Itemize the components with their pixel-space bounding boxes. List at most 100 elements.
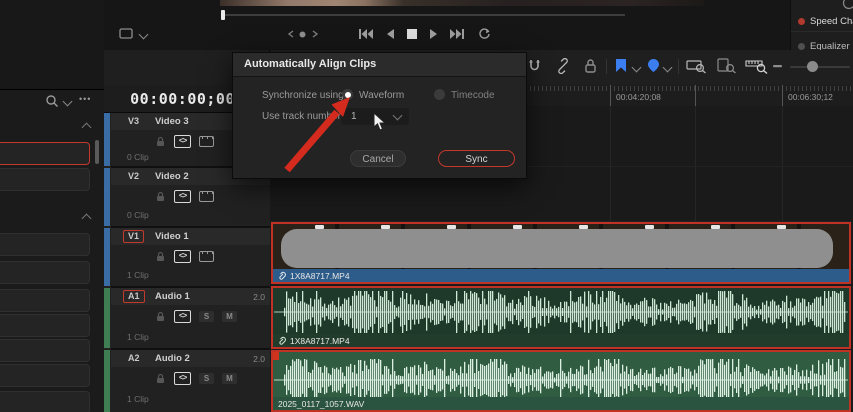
track-number-value: 1 — [351, 111, 357, 122]
track-header-v1[interactable]: V1 Video 1 <> 1 Clip — [111, 228, 270, 288]
track-badge[interactable]: A1 — [123, 290, 145, 303]
track-lock-icon[interactable] — [155, 311, 166, 322]
ruler-timestamp: 00:04:20;08 — [616, 92, 661, 102]
auto-select-icon[interactable]: <> — [174, 134, 191, 148]
zoom-out-minus-icon[interactable] — [773, 65, 782, 68]
loop-icon[interactable] — [478, 28, 491, 40]
sidebar-toolbar: ••• — [0, 92, 104, 113]
prev-keyframe-icon[interactable] — [287, 30, 295, 38]
track-badge[interactable]: V3 — [123, 115, 144, 128]
track-lock-icon[interactable] — [155, 373, 166, 384]
audio-clip-1X8A8717[interactable]: 1X8A8717.MP4 — [271, 286, 851, 349]
film-frame-icon[interactable] — [199, 135, 214, 147]
solo-button[interactable]: S — [199, 372, 214, 384]
video-preview-sliver — [220, 0, 704, 6]
transform-tool-chevron-icon[interactable] — [138, 29, 149, 40]
media-item[interactable] — [0, 289, 90, 312]
media-item[interactable] — [0, 314, 90, 337]
snapping-magnet-icon[interactable] — [527, 58, 542, 74]
mute-button[interactable]: M — [222, 372, 237, 384]
track-header-a1[interactable]: A1 Audio 1 2.0 <> S M 1 Clip — [111, 288, 270, 350]
auto-select-icon[interactable]: <> — [174, 371, 191, 385]
mute-button[interactable]: M — [222, 310, 237, 322]
solo-button[interactable]: S — [199, 310, 214, 322]
effect-row-speed-change[interactable]: Speed Cha — [791, 11, 853, 32]
waveform-radio-label[interactable]: Waveform — [359, 90, 404, 101]
viewer-playhead[interactable] — [221, 10, 225, 20]
zoom-detail-icon[interactable] — [716, 58, 738, 74]
section-collapse-icon[interactable] — [81, 213, 92, 224]
play-icon[interactable] — [429, 29, 438, 39]
next-keyframe-icon[interactable] — [311, 30, 319, 38]
effect-row-equalizer[interactable]: Equalizer — [791, 36, 853, 50]
track-color-stripe-v3 — [104, 113, 110, 166]
dialog-title: Automatically Align Clips — [244, 58, 377, 70]
timecode-radio-label[interactable]: Timecode — [451, 90, 495, 101]
timecode-radio[interactable] — [434, 89, 445, 100]
film-frame-icon[interactable] — [199, 190, 214, 202]
clip-label-bar: 1X8A8717.MP4 — [273, 334, 849, 347]
media-item-selected[interactable] — [0, 142, 90, 165]
media-pool-sidebar: ••• — [0, 0, 105, 412]
film-frame-icon[interactable] — [199, 250, 214, 262]
track-name: Video 3 — [155, 116, 189, 127]
linked-selection-icon[interactable] — [555, 58, 571, 74]
track-badge[interactable]: A2 — [123, 352, 145, 365]
transform-tool-icon[interactable] — [118, 27, 134, 40]
video-clip-1X8A8717[interactable]: 1X8A8717.MP4 — [271, 222, 851, 284]
timeline-gridline — [695, 106, 696, 222]
media-item[interactable] — [0, 168, 90, 191]
section-collapse-icon[interactable] — [81, 122, 92, 133]
track-color-stripe-a1 — [104, 288, 110, 348]
synchronize-using-label: Synchronize using — [262, 90, 344, 101]
auto-select-icon[interactable]: <> — [174, 249, 191, 263]
ruler-timestamp: 00:06:30;12 — [788, 92, 833, 102]
viewer-scrubber[interactable] — [221, 14, 625, 16]
dialog-title-bar[interactable]: Automatically Align Clips — [233, 53, 526, 77]
audio-clip-2025_0117_1057[interactable]: 2025_0117_1057.WAV — [271, 350, 851, 412]
ruler-major-tick — [610, 85, 611, 106]
sidebar-scrollbar[interactable] — [95, 140, 99, 164]
use-track-number-label: Use track number — [262, 111, 341, 122]
media-item[interactable] — [0, 233, 90, 256]
track-badge[interactable]: V1 — [123, 230, 145, 243]
marker-icon[interactable] — [647, 58, 660, 73]
zoom-slider[interactable] — [790, 66, 850, 68]
cancel-button[interactable]: Cancel — [350, 150, 406, 167]
search-icon[interactable] — [45, 94, 59, 108]
zoom-slider-thumb[interactable] — [807, 61, 818, 72]
more-options-icon[interactable]: ••• — [79, 94, 91, 104]
step-back-icon[interactable] — [386, 29, 395, 39]
audio-waveform — [274, 290, 848, 334]
goto-last-frame-icon[interactable] — [449, 29, 465, 39]
track-channels: 2.0 — [253, 292, 265, 302]
track-badge[interactable]: V2 — [123, 170, 144, 183]
speed-change-dot-icon — [798, 17, 805, 25]
media-item[interactable] — [0, 391, 90, 412]
media-item[interactable] — [0, 339, 90, 362]
search-chevron-down-icon[interactable] — [62, 96, 73, 107]
track-number-dropdown[interactable]: 1 — [341, 108, 409, 125]
flag-icon[interactable] — [615, 58, 627, 73]
stop-icon[interactable] — [407, 29, 417, 39]
sync-button[interactable]: Sync — [438, 150, 515, 167]
position-lock-icon[interactable] — [583, 58, 598, 74]
timeline-gridline — [782, 106, 783, 222]
goto-first-frame-icon[interactable] — [358, 29, 374, 39]
zoom-full-extent-icon[interactable] — [686, 58, 708, 74]
dropdown-chevron-icon — [392, 110, 403, 121]
track-lock-icon[interactable] — [155, 251, 166, 262]
timeline-gridline — [610, 106, 611, 222]
auto-select-icon[interactable]: <> — [174, 309, 191, 323]
track-header-a2[interactable]: A2 Audio 2 2.0 <> S M 1 Clip — [111, 350, 270, 412]
clip-count: 1 Clip — [127, 394, 149, 404]
auto-select-icon[interactable]: <> — [174, 189, 191, 203]
zoom-custom-icon[interactable] — [745, 58, 769, 74]
media-item[interactable] — [0, 364, 90, 387]
track-lock-icon[interactable] — [155, 136, 166, 147]
waveform-radio[interactable] — [342, 89, 353, 100]
keyframe-dot-icon[interactable] — [299, 31, 306, 38]
media-item[interactable] — [0, 261, 90, 284]
clip-count: 0 Clip — [127, 152, 149, 162]
track-lock-icon[interactable] — [155, 191, 166, 202]
